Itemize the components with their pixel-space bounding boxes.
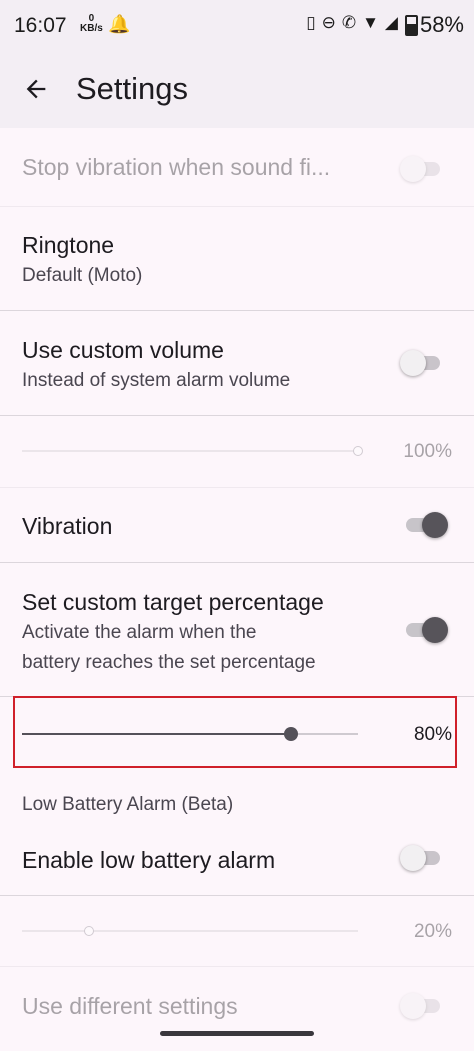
low-battery-section-header: Low Battery Alarm (Beta) bbox=[22, 794, 234, 815]
stop-vibration-switch[interactable] bbox=[400, 156, 440, 182]
gesture-nav-bar[interactable] bbox=[160, 1031, 314, 1036]
switch-knob bbox=[422, 617, 448, 643]
wifi-calling-icon: ✆ bbox=[341, 13, 363, 32]
enable-low-battery-row[interactable]: Enable low battery alarm bbox=[0, 826, 474, 896]
battery-indicator: 58% bbox=[404, 12, 464, 38]
app-bar: Settings bbox=[0, 50, 474, 128]
ringtone-title: Ringtone bbox=[22, 232, 115, 258]
highlight-box bbox=[13, 696, 457, 768]
slider-thumb[interactable] bbox=[353, 446, 363, 456]
volume-slider[interactable] bbox=[22, 446, 363, 456]
custom-target-row[interactable]: Set custom target percentage Activate th… bbox=[0, 562, 474, 697]
switch-knob bbox=[400, 845, 426, 871]
custom-volume-title: Use custom volume bbox=[22, 337, 224, 363]
switch-knob bbox=[400, 993, 426, 1019]
custom-volume-switch[interactable] bbox=[400, 350, 440, 376]
ringtone-row[interactable]: Ringtone Default (Moto) bbox=[0, 206, 474, 311]
back-arrow-icon[interactable] bbox=[22, 75, 50, 103]
vibration-row[interactable]: Vibration bbox=[0, 487, 474, 563]
status-time: 16:07 bbox=[14, 14, 67, 37]
low-battery-slider[interactable] bbox=[22, 926, 358, 936]
switch-knob bbox=[400, 350, 426, 376]
vibrate-icon: ▯ bbox=[306, 13, 322, 32]
network-speed: 0 KB/s bbox=[80, 13, 103, 34]
custom-target-switch[interactable] bbox=[406, 617, 448, 643]
custom-volume-row[interactable]: Use custom volume Instead of system alar… bbox=[0, 310, 474, 416]
switch-knob bbox=[422, 512, 448, 538]
battery-percent: 58% bbox=[419, 12, 464, 37]
custom-target-subtitle-1: Activate the alarm when the bbox=[22, 622, 257, 643]
volume-slider-row: 100% bbox=[0, 415, 474, 488]
vibration-switch[interactable] bbox=[406, 512, 448, 538]
switch-knob bbox=[400, 156, 426, 182]
ringtone-subtitle: Default (Moto) bbox=[22, 265, 143, 286]
status-icons: ▯⊖✆▼◢ bbox=[306, 13, 404, 33]
custom-target-title: Set custom target percentage bbox=[22, 589, 324, 615]
stop-vibration-row[interactable]: Stop vibration when sound fi... bbox=[0, 130, 474, 207]
volume-value: 100% bbox=[403, 441, 452, 462]
wifi-icon: ▼ bbox=[362, 13, 385, 32]
battery-icon bbox=[404, 14, 418, 36]
low-battery-value: 20% bbox=[413, 921, 452, 942]
low-slider-row: 20% bbox=[0, 895, 474, 967]
slider-thumb[interactable] bbox=[84, 926, 95, 936]
custom-volume-subtitle: Instead of system alarm volume bbox=[22, 370, 291, 391]
different-settings-title: Use different settings bbox=[22, 993, 238, 1019]
vibration-title: Vibration bbox=[22, 513, 113, 539]
enable-low-battery-switch[interactable] bbox=[400, 845, 440, 871]
dnd-icon: ⊖ bbox=[321, 13, 342, 32]
enable-low-battery-title: Enable low battery alarm bbox=[22, 847, 276, 873]
page-title: Settings bbox=[76, 71, 189, 106]
signal-icon: ◢ bbox=[384, 13, 404, 32]
status-bar: 16:07 0 KB/s 🔔 ▯⊖✆▼◢ 58% bbox=[0, 0, 474, 50]
custom-target-subtitle-2: battery reaches the set percentage bbox=[22, 652, 316, 673]
bell-icon: 🔔 bbox=[108, 14, 131, 34]
stop-vibration-title: Stop vibration when sound fi... bbox=[22, 154, 331, 180]
different-settings-switch[interactable] bbox=[400, 993, 440, 1019]
